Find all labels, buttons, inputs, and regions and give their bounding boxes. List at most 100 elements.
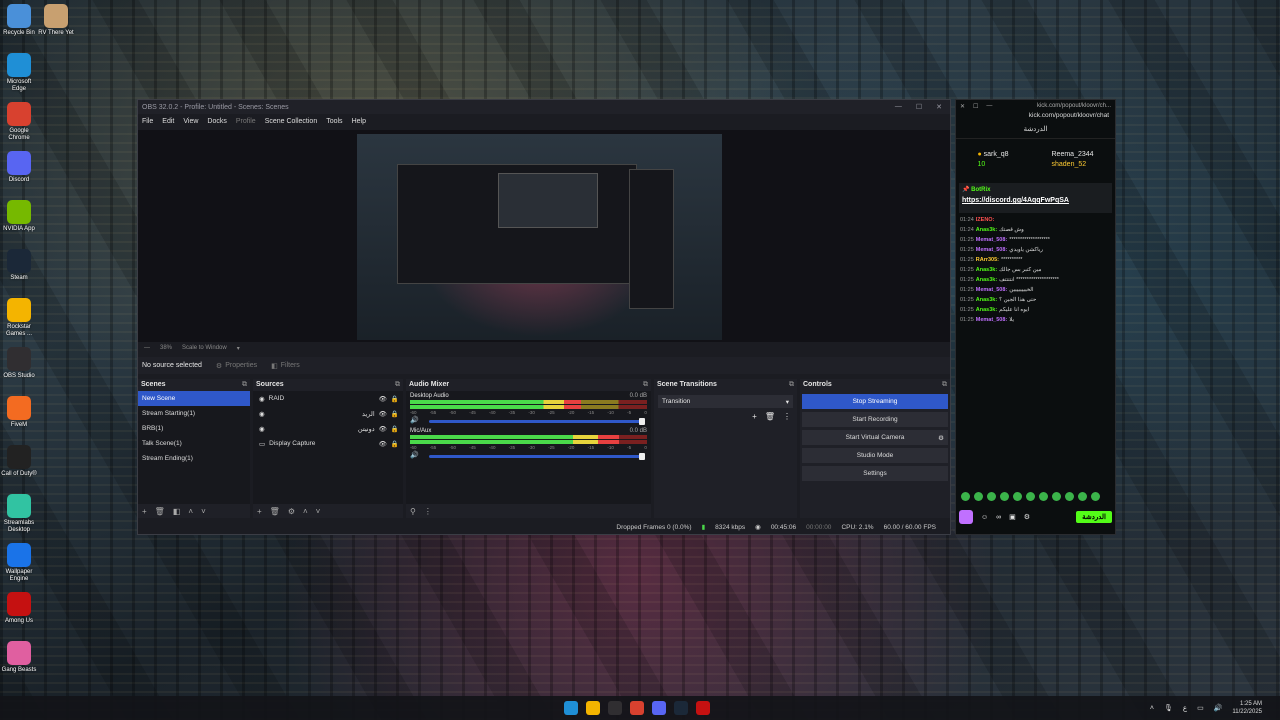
emote-icon[interactable]: [961, 492, 970, 501]
maximize-icon[interactable]: ☐: [916, 103, 922, 111]
message-user[interactable]: Memat_508:: [976, 287, 1008, 294]
volume-slider[interactable]: [428, 418, 646, 425]
desktop-icon[interactable]: Call of Duty®: [0, 445, 38, 478]
dock-menu-icon[interactable]: ⧉: [395, 381, 400, 389]
settings-button[interactable]: Settings: [802, 466, 948, 481]
scene-item[interactable]: Stream Starting(1): [138, 406, 250, 421]
dock-menu-icon[interactable]: ⧉: [789, 381, 794, 389]
source-item[interactable]: ◉ الريد 👁 🔒: [253, 406, 403, 421]
zoom-minus-icon[interactable]: —: [144, 345, 150, 351]
close-icon[interactable]: ✕: [936, 103, 942, 111]
emote-icon[interactable]: [1065, 492, 1074, 501]
lock-icon[interactable]: 🔒: [391, 395, 399, 403]
dock-menu-icon[interactable]: ⧉: [643, 381, 648, 389]
minimize-icon[interactable]: —: [986, 103, 992, 109]
trash-icon[interactable]: 🗑: [155, 507, 165, 516]
chevron-down-icon[interactable]: ▾: [237, 345, 240, 352]
menu-edit[interactable]: Edit: [162, 118, 174, 125]
menu-view[interactable]: View: [183, 118, 198, 125]
desktop-icon[interactable]: Steam: [0, 249, 38, 282]
emote-icon[interactable]: [987, 492, 996, 501]
file-explorer-icon[interactable]: [586, 701, 600, 715]
speaker-icon[interactable]: 🔊: [410, 451, 419, 459]
filters-button[interactable]: ◧ Filters: [271, 362, 300, 370]
more-icon[interactable]: ⋮: [424, 507, 432, 516]
volume-icon[interactable]: 🔊: [1214, 704, 1223, 712]
message-user[interactable]: Anas3k:: [976, 297, 997, 304]
scene-item[interactable]: Stream Ending(1): [138, 451, 250, 466]
emote-icon[interactable]: [1039, 492, 1048, 501]
menu-tools[interactable]: Tools: [326, 118, 342, 125]
scene-item[interactable]: BRB(1): [138, 421, 250, 436]
monitor-icon[interactable]: ▭: [1197, 704, 1204, 712]
gift-icon[interactable]: ▣: [1009, 513, 1016, 521]
message-user[interactable]: Anas3k:: [976, 267, 997, 274]
stop-streaming-button[interactable]: Stop Streaming: [802, 394, 948, 409]
scale-mode[interactable]: Scale to Window: [182, 345, 227, 351]
desktop-icon[interactable]: Discord: [0, 151, 38, 184]
language-indicator[interactable]: ع: [1183, 704, 1187, 712]
source-item[interactable]: ◉ دونيتن 👁 🔒: [253, 421, 403, 436]
steam-icon[interactable]: [674, 701, 688, 715]
speaker-icon[interactable]: 🔊: [410, 416, 419, 424]
emote-icon[interactable]: [1052, 492, 1061, 501]
lock-icon[interactable]: 🔒: [391, 410, 399, 418]
gear-icon[interactable]: ⚙: [288, 507, 295, 516]
message-user[interactable]: Anas3k:: [976, 277, 997, 284]
eye-icon[interactable]: 👁: [379, 440, 387, 448]
desktop-icon[interactable]: NVIDIA App: [0, 200, 38, 233]
message-user[interactable]: Memat_508:: [976, 237, 1008, 244]
desktop-icon[interactable]: Wallpaper Engine: [0, 543, 38, 583]
emote-icon[interactable]: [974, 492, 983, 501]
chevron-up-icon[interactable]: ˄: [1150, 705, 1154, 712]
menu-file[interactable]: File: [142, 118, 153, 125]
menu-profile[interactable]: Profile: [236, 118, 256, 125]
emote-icon[interactable]: [1000, 492, 1009, 501]
clock[interactable]: 1:25 AM 11/22/2025: [1232, 700, 1262, 716]
more-icon[interactable]: ⋮: [783, 412, 791, 421]
chevron-down-icon[interactable]: ˅: [201, 507, 206, 516]
menu-help[interactable]: Help: [352, 118, 366, 125]
maximize-icon[interactable]: ☐: [973, 103, 978, 110]
desktop-icon[interactable]: Recycle Bin: [0, 4, 38, 37]
gear-icon[interactable]: ⚙: [938, 434, 944, 442]
desktop-icon[interactable]: Rockstar Games ...: [0, 298, 38, 338]
message-user[interactable]: IZENO:: [976, 217, 995, 224]
desktop-icon[interactable]: Streamlabs Desktop: [0, 494, 38, 534]
infinity-icon[interactable]: ∞: [996, 514, 1001, 521]
preview-area[interactable]: [138, 130, 950, 342]
desktop-icon[interactable]: RV There Yet: [37, 4, 75, 37]
trash-icon[interactable]: 🗑: [270, 507, 280, 516]
emote-icon[interactable]: [1026, 492, 1035, 501]
dock-menu-icon[interactable]: ⧉: [942, 381, 947, 389]
start-virtual-camera-button[interactable]: Start Virtual Camera ⚙: [802, 430, 948, 445]
gear-icon[interactable]: ⚙: [1024, 513, 1030, 521]
volume-slider[interactable]: [428, 453, 646, 460]
emote-icon[interactable]: [1078, 492, 1087, 501]
desktop-icon[interactable]: OBS Studio: [0, 347, 38, 380]
chevron-down-icon[interactable]: ˅: [316, 507, 321, 516]
trash-icon[interactable]: 🗑: [765, 412, 775, 421]
chevron-up-icon[interactable]: ˄: [303, 507, 308, 516]
pinned-link[interactable]: https://discord.gg/4AqqFwPqSA: [962, 197, 1109, 204]
message-user[interactable]: Anas3k:: [976, 307, 997, 314]
desktop-icon[interactable]: FiveM: [0, 396, 38, 429]
eye-icon[interactable]: 👁: [379, 425, 387, 433]
menu-scene-collection[interactable]: Scene Collection: [265, 118, 318, 125]
minimize-icon[interactable]: —: [895, 103, 902, 111]
lock-icon[interactable]: 🔒: [391, 425, 399, 433]
add-icon[interactable]: +: [257, 507, 262, 516]
source-item[interactable]: ▭ Display Capture 👁 🔒: [253, 436, 403, 451]
eye-icon[interactable]: 👁: [379, 410, 387, 418]
menu-docks[interactable]: Docks: [207, 118, 226, 125]
source-item[interactable]: ◉ RAID 👁 🔒: [253, 391, 403, 406]
studio-mode-button[interactable]: Studio Mode: [802, 448, 948, 463]
dock-menu-icon[interactable]: ⧉: [242, 381, 247, 389]
emote-icon[interactable]: [1013, 492, 1022, 501]
desktop-icon[interactable]: Microsoft Edge: [0, 53, 38, 93]
desktop-icon[interactable]: Gang Beasts: [0, 641, 38, 674]
discord-icon[interactable]: [652, 701, 666, 715]
chat-send-button[interactable]: الدردشة: [1076, 511, 1112, 523]
add-icon[interactable]: +: [752, 412, 757, 421]
message-user[interactable]: RArr305:: [976, 257, 999, 264]
